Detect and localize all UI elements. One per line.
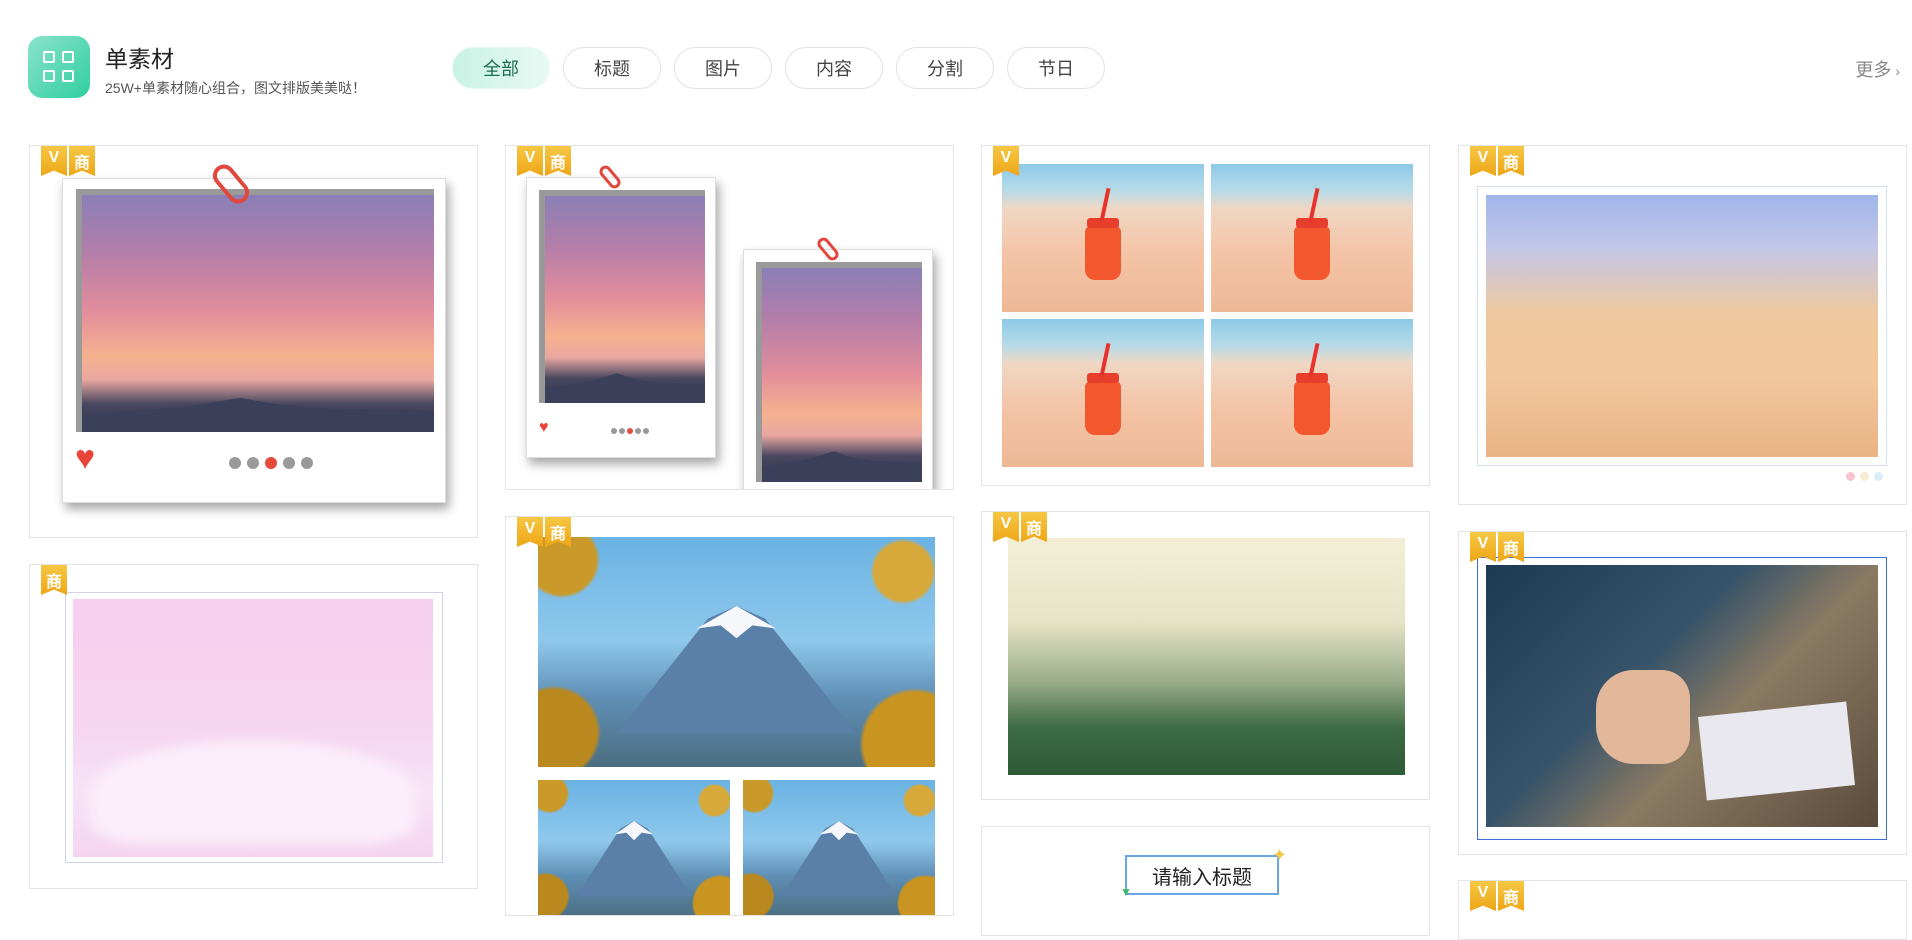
sunset-image <box>756 262 922 482</box>
beach-jar-image <box>1211 319 1413 467</box>
badge-group: V 商 <box>41 146 95 176</box>
badge-group: V 商 <box>1470 532 1524 562</box>
app-logo-icon <box>28 36 90 98</box>
material-card[interactable]: V 商 <box>1458 145 1907 505</box>
heart-icon: ♥ <box>75 439 96 477</box>
commercial-badge: 商 <box>1021 512 1047 542</box>
header: 单素材 25W+单素材随心组合，图文排版美美哒！ 全部 标题 图片 内容 分割 … <box>0 0 1912 120</box>
badge-group: V 商 <box>1470 881 1524 911</box>
desert-dunes-image <box>1486 195 1878 457</box>
vip-badge-icon: V <box>993 512 1019 542</box>
badge-group: V 商 <box>517 146 571 176</box>
mount-fuji-image <box>538 780 730 915</box>
beach-jar-image <box>1002 319 1204 467</box>
photo-frame: ♥ <box>62 178 446 503</box>
tab-festival[interactable]: 节日 <box>1007 47 1105 89</box>
mount-fuji-image <box>743 780 935 915</box>
commercial-badge: 商 <box>545 146 571 176</box>
vip-badge-icon: V <box>517 517 543 547</box>
photo-frame <box>743 249 933 489</box>
commercial-badge: 商 <box>69 146 95 176</box>
photo-frame: ♥ <box>526 177 716 458</box>
triangle-icon: ▼ <box>1120 885 1132 899</box>
material-card[interactable]: 商 <box>29 564 478 889</box>
writing-desk-image <box>1486 565 1878 827</box>
vip-badge-icon: V <box>1470 881 1496 911</box>
material-card[interactable]: V 商 ♥ <box>505 145 954 490</box>
tab-all[interactable]: 全部 <box>452 47 550 89</box>
tab-title[interactable]: 标题 <box>563 47 661 89</box>
badge-group: V 商 <box>1470 146 1524 176</box>
chevron-right-icon: › <box>1895 63 1900 79</box>
material-card[interactable]: V 商 ♥ <box>29 145 478 538</box>
commercial-badge: 商 <box>1498 881 1524 911</box>
more-link[interactable]: 更多 › <box>1855 56 1900 82</box>
vip-badge-icon: V <box>1470 146 1496 176</box>
sunset-image <box>539 190 705 403</box>
beach-jar-image <box>1211 164 1413 312</box>
pagination-dots <box>611 428 649 434</box>
commercial-badge: 商 <box>1498 146 1524 176</box>
beach-jar-image <box>1002 164 1204 312</box>
vip-badge-icon: V <box>1470 532 1496 562</box>
material-card[interactable]: V 商 <box>981 511 1430 800</box>
foggy-forest-image <box>1008 538 1405 775</box>
vip-badge-icon: V <box>993 146 1019 176</box>
sunset-image <box>76 189 434 432</box>
sparkle-icon: ✦ <box>1272 845 1288 865</box>
material-card[interactable]: V 商 <box>505 516 954 916</box>
mount-fuji-image <box>538 537 935 767</box>
title-text-box: 请输入标题 <box>1125 855 1279 895</box>
material-card[interactable]: V 商 <box>1458 880 1907 940</box>
commercial-badge: 商 <box>1498 532 1524 562</box>
page-subtitle: 25W+单素材随心组合，图文排版美美哒！ <box>105 80 366 96</box>
heart-icon: ♥ <box>539 419 549 436</box>
badge-group: V <box>993 146 1019 176</box>
material-card[interactable]: 请输入标题 ✦ ▼ <box>981 826 1430 936</box>
category-tabs: 全部 标题 图片 内容 分割 节日 <box>452 47 1105 89</box>
pagination-dots <box>229 457 313 469</box>
badge-group: V 商 <box>517 517 571 547</box>
vip-badge-icon: V <box>517 146 543 176</box>
pink-cloud-image <box>73 599 433 857</box>
material-card[interactable]: V 商 <box>1458 531 1907 855</box>
badge-group: V 商 <box>993 512 1047 542</box>
vip-badge-icon: V <box>41 146 67 176</box>
commercial-badge: 商 <box>545 517 571 547</box>
tab-image[interactable]: 图片 <box>674 47 772 89</box>
tab-divider[interactable]: 分割 <box>896 47 994 89</box>
color-dots <box>1846 472 1883 481</box>
page-title: 单素材 <box>105 46 174 72</box>
tab-content[interactable]: 内容 <box>785 47 883 89</box>
material-card[interactable]: V <box>981 145 1430 486</box>
commercial-badge: 商 <box>41 565 67 595</box>
badge-group: 商 <box>41 565 67 595</box>
more-label: 更多 <box>1855 60 1892 80</box>
